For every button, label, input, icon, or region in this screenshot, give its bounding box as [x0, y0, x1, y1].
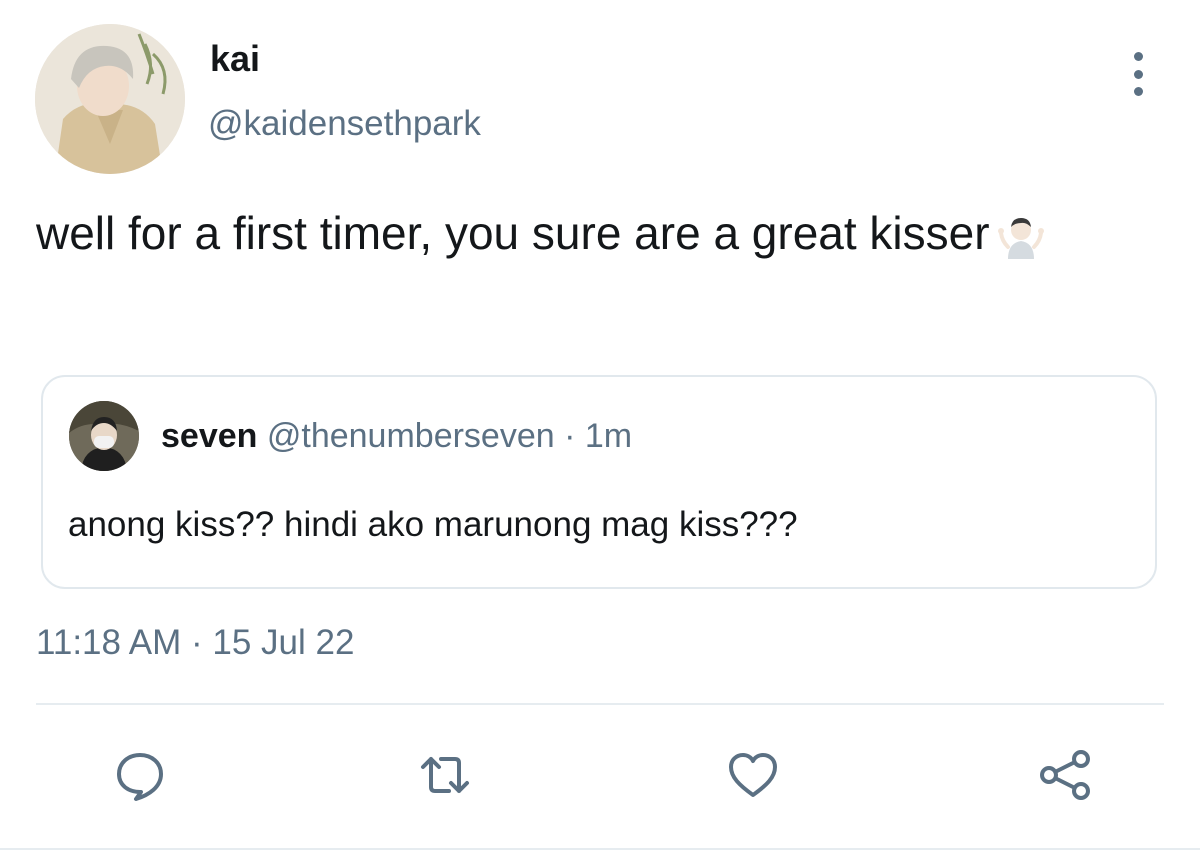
share-button[interactable]	[1030, 740, 1100, 810]
quoted-tweet-card[interactable]: seven @thenumberseven · 1m anong kiss?? …	[41, 375, 1157, 589]
action-bar	[0, 740, 1200, 810]
person-shrugging-emoji-icon	[996, 207, 1046, 259]
tweet-text-body: well for a first timer, you sure are a g…	[36, 207, 990, 259]
quoted-author-name[interactable]: seven	[161, 417, 257, 455]
author-handle[interactable]: @kaidensethpark	[208, 104, 481, 144]
reply-icon	[117, 753, 163, 801]
retweet-icon	[421, 757, 469, 793]
tweet-timestamp[interactable]: 11:18 AM · 15 Jul 22	[36, 623, 354, 663]
more-dot-icon	[1133, 52, 1143, 61]
quoted-author-handle[interactable]: @thenumberseven	[267, 417, 555, 455]
quoted-header: seven @thenumberseven · 1m	[161, 417, 632, 456]
quoted-author-avatar[interactable]	[69, 401, 139, 471]
retweet-button[interactable]	[410, 740, 480, 810]
author-avatar-image	[35, 24, 185, 174]
more-dot-icon	[1133, 87, 1143, 96]
like-button[interactable]	[718, 740, 788, 810]
bottom-divider	[0, 848, 1200, 850]
divider	[36, 703, 1164, 705]
reply-button[interactable]	[105, 740, 175, 810]
heart-icon	[729, 753, 777, 797]
quoted-time[interactable]: 1m	[585, 417, 632, 455]
share-icon	[1040, 750, 1090, 800]
quoted-separator: ·	[564, 417, 576, 455]
more-dot-icon	[1133, 69, 1143, 79]
quoted-avatar-image	[69, 401, 139, 471]
author-avatar[interactable]	[35, 24, 185, 174]
tweet-text: well for a first timer, you sure are a g…	[36, 197, 1136, 269]
more-options-button[interactable]	[1118, 52, 1158, 96]
author-name[interactable]: kai	[210, 38, 260, 80]
quoted-text: anong kiss?? hindi ako marunong mag kiss…	[68, 505, 798, 544]
